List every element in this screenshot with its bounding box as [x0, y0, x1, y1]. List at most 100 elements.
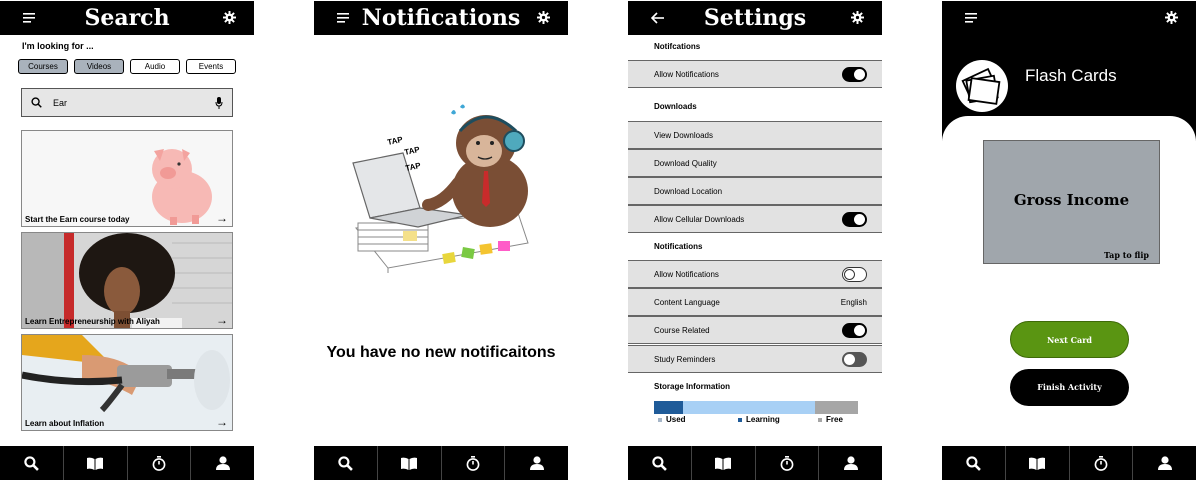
gear-icon[interactable]	[223, 11, 236, 24]
timer-icon	[780, 455, 794, 471]
filter-chips: Courses Videos Audio Events	[18, 59, 236, 74]
course-card-inflation[interactable]: Learn about Inflation →	[21, 334, 233, 431]
nav-timer[interactable]	[442, 446, 506, 480]
setting-label: Content Language	[654, 298, 720, 307]
storage-free-segment	[815, 401, 858, 414]
setting-download-quality[interactable]: Download Quality	[628, 149, 882, 177]
profile-icon	[1157, 456, 1172, 470]
nav-timer[interactable]	[756, 446, 820, 480]
chip-videos[interactable]: Videos	[74, 59, 124, 74]
gear-icon[interactable]	[851, 11, 864, 24]
setting-allow-notifications-2[interactable]: Allow Notifications	[628, 260, 882, 288]
nav-library[interactable]	[692, 446, 756, 480]
fuel-nozzle-image	[22, 335, 232, 430]
busy-monkey-illustration: TAP TAP TAP	[352, 104, 529, 273]
flashcards-screen: Flash Cards Gross Income Tap to flip Nex…	[942, 1, 1196, 480]
nav-library[interactable]	[1006, 446, 1070, 480]
card-label: Learn about Inflation	[25, 419, 105, 428]
menu-icon[interactable]	[965, 12, 979, 24]
toggle-switch[interactable]	[842, 352, 867, 367]
bottom-nav	[942, 446, 1196, 480]
legend-learning: Learning	[738, 415, 780, 424]
finish-activity-button[interactable]: Finish Activity	[1010, 369, 1129, 406]
timer-icon	[1094, 455, 1108, 471]
settings-screen: Settings Notifcations Allow Notification…	[628, 1, 882, 480]
profile-icon	[215, 456, 230, 470]
search-input[interactable]: Ear	[21, 88, 233, 117]
page-title: Notifications	[361, 5, 521, 31]
tap-text: TAP	[405, 161, 423, 173]
bottom-nav	[628, 446, 882, 480]
timer-icon	[466, 455, 480, 471]
setting-label: View Downloads	[654, 131, 713, 140]
section-heading-storage: Storage Information	[654, 382, 731, 391]
portrait-image	[22, 233, 232, 328]
chip-courses[interactable]: Courses	[18, 59, 68, 74]
section-heading-notifcations: Notifcations	[654, 42, 701, 51]
setting-allow-cellular-downloads[interactable]: Allow Cellular Downloads	[628, 205, 882, 233]
bottom-nav	[0, 446, 254, 480]
gear-icon[interactable]	[537, 11, 550, 24]
chip-events[interactable]: Events	[186, 59, 236, 74]
profile-icon	[843, 456, 858, 470]
page-title: Search	[84, 5, 170, 31]
toggle-switch[interactable]	[842, 212, 867, 227]
microphone-icon[interactable]	[215, 97, 223, 109]
nav-profile[interactable]	[819, 446, 882, 480]
setting-label: Allow Cellular Downloads	[654, 215, 745, 224]
nav-profile[interactable]	[505, 446, 568, 480]
piggy-bank-image	[22, 131, 232, 226]
setting-view-downloads[interactable]: View Downloads	[628, 121, 882, 149]
nav-library[interactable]	[64, 446, 128, 480]
gear-icon[interactable]	[1165, 11, 1178, 24]
card-label: Learn Entrepreneurship with Aliyah	[25, 317, 160, 326]
toggle-switch[interactable]	[842, 67, 867, 82]
cards-stack-icon	[961, 67, 1001, 105]
nav-timer[interactable]	[1070, 446, 1134, 480]
setting-course-related[interactable]: Course Related	[628, 316, 882, 344]
course-card-earn[interactable]: Start the Earn course today →	[21, 130, 233, 227]
search-icon	[24, 455, 39, 471]
chip-audio[interactable]: Audio	[130, 59, 180, 74]
tap-text: TAP	[404, 145, 422, 157]
next-card-button[interactable]: Next Card	[1010, 321, 1129, 358]
nav-profile[interactable]	[191, 446, 254, 480]
nav-library[interactable]	[378, 446, 442, 480]
page-title: Flash Cards	[1025, 66, 1117, 85]
flashcards-logo	[956, 60, 1008, 112]
nav-timer[interactable]	[128, 446, 192, 480]
setting-label: Download Location	[654, 187, 723, 196]
search-icon	[31, 97, 42, 108]
book-icon	[715, 457, 732, 470]
setting-label: Course Related	[654, 326, 710, 335]
nav-search[interactable]	[0, 446, 64, 480]
settings-topbar: Settings	[628, 1, 882, 35]
nav-search[interactable]	[628, 446, 692, 480]
setting-study-reminders[interactable]: Study Reminders	[628, 345, 882, 373]
setting-label: Study Reminders	[654, 355, 716, 364]
search-icon	[338, 455, 353, 471]
section-heading-downloads: Downloads	[654, 102, 697, 111]
arrow-right-icon[interactable]: →	[216, 211, 228, 225]
timer-icon	[152, 455, 166, 471]
flashcard[interactable]: Gross Income Tap to flip	[983, 140, 1160, 264]
toggle-switch[interactable]	[842, 267, 867, 282]
toggle-switch[interactable]	[842, 323, 867, 338]
book-icon	[1029, 457, 1046, 470]
nav-search[interactable]	[942, 446, 1006, 480]
setting-allow-notifications[interactable]: Allow Notifications	[628, 60, 882, 88]
tap-to-flip-hint: Tap to flip	[1103, 250, 1149, 260]
empty-notifications-message: You have no new notificaitons	[326, 344, 556, 361]
section-heading-notifications: Notifications	[654, 242, 703, 251]
book-icon	[401, 457, 418, 470]
profile-icon	[529, 456, 544, 470]
arrow-right-icon[interactable]: →	[216, 415, 228, 429]
course-card-entrepreneurship[interactable]: Learn Entrepreneurship with Aliyah →	[21, 232, 233, 329]
flashcard-term: Gross Income	[1013, 191, 1130, 209]
setting-content-language[interactable]: Content Language English	[628, 288, 882, 316]
nav-search[interactable]	[314, 446, 378, 480]
nav-profile[interactable]	[1133, 446, 1196, 480]
setting-download-location[interactable]: Download Location	[628, 177, 882, 205]
arrow-right-icon[interactable]: →	[216, 313, 228, 327]
storage-learning-segment	[682, 401, 816, 414]
